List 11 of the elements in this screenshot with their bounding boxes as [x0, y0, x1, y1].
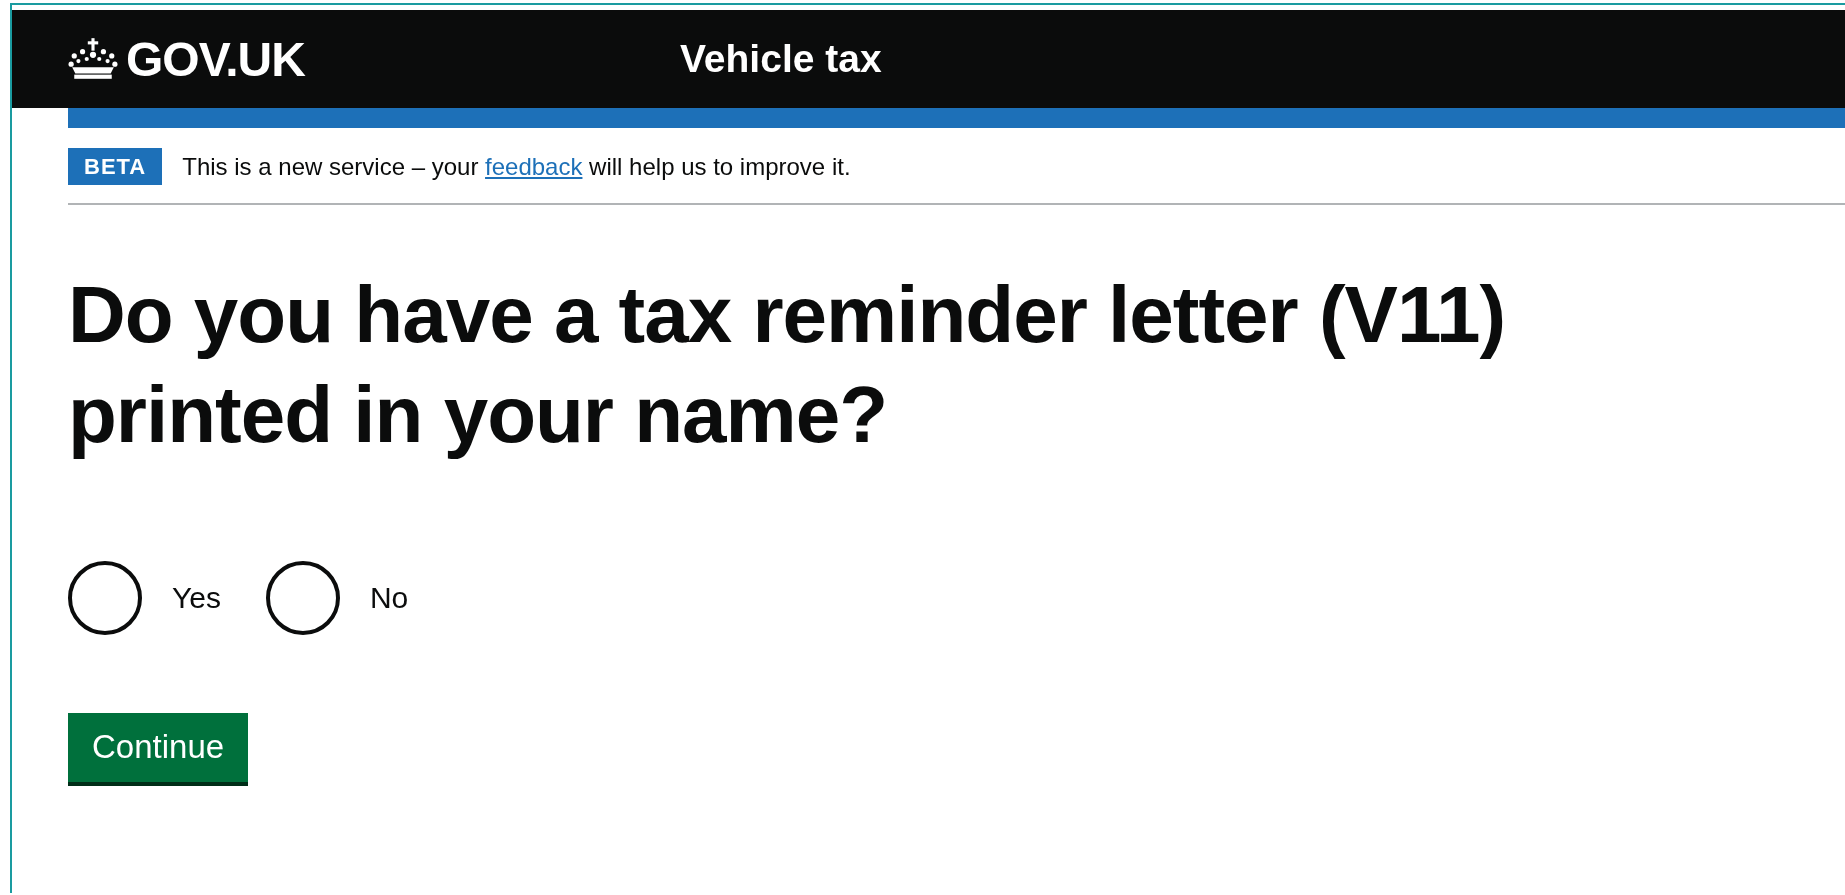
question-heading: Do you have a tax reminder letter (V11) printed in your name?	[68, 269, 1507, 461]
radio-button[interactable]	[265, 561, 340, 635]
phase-tag: BETA	[68, 148, 163, 185]
service-name[interactable]: Vehicle tax	[680, 37, 882, 81]
feedback-link[interactable]: feedback	[485, 152, 583, 180]
phase-banner-text: This is a new service – your feedback will help us to improve it.	[182, 152, 851, 181]
radio-button[interactable]	[68, 561, 142, 635]
radio-label[interactable]: Yes	[172, 581, 221, 615]
site-logo[interactable]: GOV.UK	[126, 31, 305, 87]
radio-label[interactable]: No	[369, 581, 409, 615]
crown-icon	[68, 38, 118, 80]
